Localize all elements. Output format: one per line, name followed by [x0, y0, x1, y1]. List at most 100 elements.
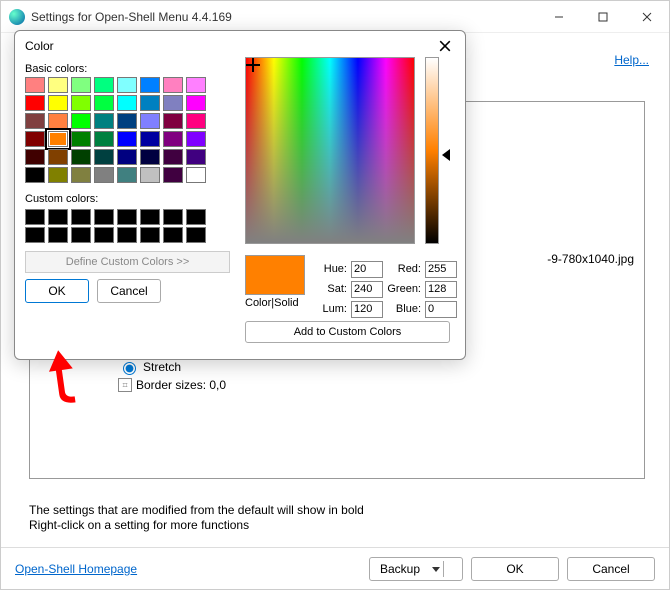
- color-swatch[interactable]: [117, 131, 137, 147]
- color-swatch[interactable]: [140, 95, 160, 111]
- color-swatch[interactable]: [163, 77, 183, 93]
- main-ok-button[interactable]: OK: [471, 557, 559, 581]
- hint-line2: Right-click on a setting for more functi…: [29, 518, 364, 533]
- add-to-custom-button[interactable]: Add to Custom Colors: [245, 321, 450, 343]
- color-swatch[interactable]: [117, 77, 137, 93]
- color-swatch[interactable]: [71, 95, 91, 111]
- color-swatch[interactable]: [186, 131, 206, 147]
- custom-color-swatch[interactable]: [163, 209, 183, 225]
- lum-input[interactable]: [351, 301, 383, 318]
- color-swatch[interactable]: [186, 77, 206, 93]
- dialog-ok-button[interactable]: OK: [25, 279, 89, 303]
- color-swatch[interactable]: [71, 167, 91, 183]
- color-swatch[interactable]: [94, 95, 114, 111]
- color-swatch[interactable]: [140, 167, 160, 183]
- custom-color-swatch[interactable]: [94, 227, 114, 243]
- custom-color-swatch[interactable]: [140, 209, 160, 225]
- color-swatch[interactable]: [25, 149, 45, 165]
- color-swatch[interactable]: [186, 149, 206, 165]
- color-swatch[interactable]: [186, 113, 206, 129]
- sat-label: Sat:: [315, 283, 347, 295]
- color-swatch[interactable]: [25, 95, 45, 111]
- color-swatch[interactable]: [163, 131, 183, 147]
- color-swatch[interactable]: [163, 149, 183, 165]
- color-solid-label: Color|Solid: [245, 297, 299, 309]
- color-swatch[interactable]: [25, 167, 45, 183]
- color-swatch[interactable]: [48, 77, 68, 93]
- color-swatch[interactable]: [94, 167, 114, 183]
- color-swatch[interactable]: [140, 113, 160, 129]
- red-input[interactable]: [425, 261, 457, 278]
- color-swatch[interactable]: [71, 77, 91, 93]
- color-swatch[interactable]: [117, 113, 137, 129]
- close-button[interactable]: [625, 2, 669, 32]
- custom-color-swatch[interactable]: [48, 209, 68, 225]
- color-swatch[interactable]: [94, 131, 114, 147]
- custom-color-swatch[interactable]: [117, 227, 137, 243]
- custom-color-swatch[interactable]: [186, 209, 206, 225]
- color-swatch[interactable]: [163, 167, 183, 183]
- custom-color-swatch[interactable]: [94, 209, 114, 225]
- help-link[interactable]: Help...: [614, 53, 649, 67]
- color-swatch[interactable]: [25, 131, 45, 147]
- custom-color-swatch[interactable]: [117, 209, 137, 225]
- filename-text: -9-780x1040.jpg: [547, 252, 634, 266]
- custom-color-swatch[interactable]: [48, 227, 68, 243]
- main-cancel-button[interactable]: Cancel: [567, 557, 655, 581]
- color-swatch[interactable]: [25, 113, 45, 129]
- lum-label: Lum:: [315, 303, 347, 315]
- custom-color-swatch[interactable]: [25, 209, 45, 225]
- color-swatch[interactable]: [94, 113, 114, 129]
- custom-color-swatch[interactable]: [163, 227, 183, 243]
- color-swatch[interactable]: [186, 167, 206, 183]
- border-sizes-row[interactable]: ⌗Border sizes: 0,0: [118, 376, 226, 394]
- color-swatch[interactable]: [140, 131, 160, 147]
- color-swatch[interactable]: [94, 149, 114, 165]
- hue-input[interactable]: [351, 261, 383, 278]
- color-swatch[interactable]: [163, 113, 183, 129]
- color-swatch[interactable]: [48, 131, 68, 147]
- green-label: Green:: [383, 283, 421, 295]
- crosshair-icon: [248, 60, 258, 70]
- color-swatch[interactable]: [94, 77, 114, 93]
- color-swatch[interactable]: [71, 131, 91, 147]
- color-swatch[interactable]: [140, 77, 160, 93]
- homepage-link[interactable]: Open-Shell Homepage: [15, 562, 137, 576]
- dialog-cancel-button[interactable]: Cancel: [97, 279, 161, 303]
- color-swatch[interactable]: [163, 95, 183, 111]
- color-swatch[interactable]: [117, 167, 137, 183]
- minimize-button[interactable]: [537, 2, 581, 32]
- color-swatch[interactable]: [48, 113, 68, 129]
- color-swatch[interactable]: [117, 95, 137, 111]
- color-swatch[interactable]: [71, 149, 91, 165]
- luminance-arrow-icon: [442, 149, 450, 161]
- window-controls: [537, 2, 669, 32]
- dialog-close-button[interactable]: [435, 36, 455, 56]
- color-solid-preview: [245, 255, 305, 295]
- color-swatch[interactable]: [48, 167, 68, 183]
- backup-button[interactable]: Backup: [369, 557, 463, 581]
- radio-stretch-label: Stretch: [143, 360, 181, 374]
- color-swatch[interactable]: [71, 113, 91, 129]
- color-swatch[interactable]: [186, 95, 206, 111]
- custom-color-swatch[interactable]: [140, 227, 160, 243]
- radio-stretch[interactable]: [123, 362, 136, 375]
- custom-color-swatch[interactable]: [25, 227, 45, 243]
- blue-input[interactable]: [425, 301, 457, 318]
- hsl-fields: Hue: Sat: Lum:: [315, 259, 383, 319]
- color-swatch[interactable]: [117, 149, 137, 165]
- sat-input[interactable]: [351, 281, 383, 298]
- define-custom-colors-button[interactable]: Define Custom Colors >>: [25, 251, 230, 273]
- maximize-button[interactable]: [581, 2, 625, 32]
- color-swatch[interactable]: [140, 149, 160, 165]
- color-swatch[interactable]: [25, 77, 45, 93]
- custom-color-swatch[interactable]: [71, 227, 91, 243]
- color-gradient[interactable]: [245, 57, 415, 244]
- custom-color-swatch[interactable]: [71, 209, 91, 225]
- radio-stretch-row[interactable]: Stretch: [118, 358, 226, 376]
- color-swatch[interactable]: [48, 95, 68, 111]
- color-swatch[interactable]: [48, 149, 68, 165]
- green-input[interactable]: [425, 281, 457, 298]
- custom-color-swatch[interactable]: [186, 227, 206, 243]
- luminance-strip[interactable]: [425, 57, 439, 244]
